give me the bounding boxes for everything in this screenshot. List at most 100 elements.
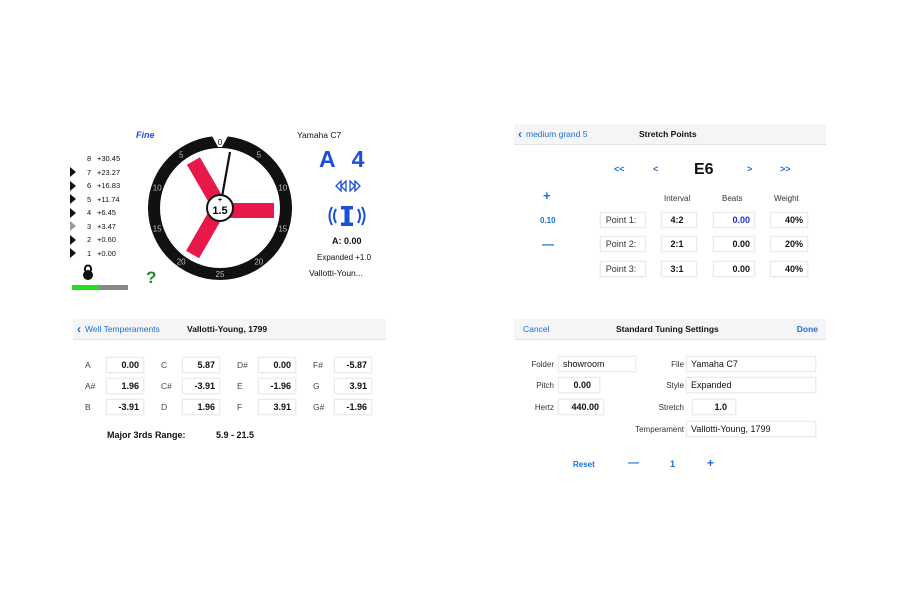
note-name: A <box>319 146 336 172</box>
file-label: File <box>671 360 684 369</box>
point-2-interval[interactable]: 2:1 <box>661 236 697 252</box>
file-field[interactable]: Yamaha C7 <box>686 356 816 372</box>
style-field[interactable]: Expanded <box>686 377 816 393</box>
temperament-short-label: Vallotti-Youn... <box>309 268 363 278</box>
point-3-label[interactable]: Point 3: <box>600 261 646 277</box>
note-offset-field[interactable]: -3.91 <box>182 378 220 394</box>
offset-row[interactable]: 2 +0.60 <box>70 233 140 247</box>
lock-icon[interactable] <box>82 264 94 285</box>
cancel-button[interactable]: Cancel <box>523 324 549 334</box>
temperament-navbar: ‹ Well Temperaments Vallotti-Young, 1799 <box>73 319 386 340</box>
point-1-label[interactable]: Point 1: <box>600 212 646 228</box>
settings-navbar: Cancel Standard Tuning Settings Done <box>514 319 826 340</box>
note-offset-field[interactable]: 1.96 <box>106 378 144 394</box>
partial-offset: +30.45 <box>97 154 121 164</box>
point-1-interval[interactable]: 4:2 <box>661 212 697 228</box>
prev-note-button[interactable]: < <box>653 164 658 174</box>
settings-panel: Cancel Standard Tuning Settings Done Fol… <box>514 319 826 479</box>
offset-row[interactable]: 4 +6.45 <box>70 206 140 220</box>
note-offset-field[interactable]: 3.91 <box>334 378 372 394</box>
page-title: Vallotti-Young, 1799 <box>187 324 268 334</box>
step-value: 0.10 <box>540 216 556 225</box>
last-note-button[interactable]: >> <box>780 164 791 174</box>
partial-number: 4 <box>87 208 92 218</box>
offset-row[interactable]: 8 +30.45 <box>70 152 140 166</box>
stretch-points-panel: ‹ medium grand 5 Stretch Points << < E6 … <box>514 124 826 294</box>
increment-button[interactable]: + <box>543 188 551 203</box>
temperament-field[interactable]: Vallotti-Young, 1799 <box>686 421 816 437</box>
gauge-tick-label: 10 <box>278 184 287 193</box>
chevron-left-icon: ‹ <box>518 127 522 141</box>
play-marker-icon <box>70 180 76 191</box>
decrement-button[interactable]: — <box>628 457 639 469</box>
stretch-field[interactable]: 1.0 <box>692 399 736 415</box>
decrement-button[interactable]: — <box>542 237 554 251</box>
partial-offset: +11.74 <box>97 194 120 204</box>
point-1-weight[interactable]: 40% <box>770 212 808 228</box>
increment-button[interactable]: + <box>707 456 714 470</box>
partial-offset: +0.00 <box>97 248 116 258</box>
partial-number: 3 <box>87 221 92 231</box>
interval-header: Interval <box>664 194 691 203</box>
rewind-forward-icon[interactable] <box>335 179 361 195</box>
point-2-beats[interactable]: 0.00 <box>713 236 755 252</box>
temperament-panel: ‹ Well Temperaments Vallotti-Young, 1799… <box>73 319 386 449</box>
offset-row[interactable]: 5 +11.74 <box>70 193 140 207</box>
gauge-tick-label: 0 <box>218 138 223 147</box>
point-2-weight[interactable]: 20% <box>770 236 808 252</box>
partial-number: 8 <box>87 154 92 164</box>
reset-button[interactable]: Reset <box>573 460 595 469</box>
progress-fill <box>72 285 100 290</box>
strobe-icon[interactable] <box>326 204 368 228</box>
note-offset-field[interactable]: -5.87 <box>334 357 372 373</box>
note-label: B <box>85 402 91 412</box>
gauge-tick-label: 5 <box>257 151 262 160</box>
partial-offset: +16.83 <box>97 181 121 191</box>
pitch-label: Pitch <box>536 381 554 390</box>
play-marker-icon <box>70 234 76 245</box>
point-2-label[interactable]: Point 2: <box>600 236 646 252</box>
gauge-tick-label: 5 <box>179 151 184 160</box>
tuning-gauge: 0 5 10 15 20 25 20 15 10 5 + 1.5 <box>148 136 292 280</box>
back-button[interactable]: ‹ medium grand 5 <box>518 128 587 140</box>
folder-field[interactable]: showroom <box>558 356 636 372</box>
beats-header: Beats <box>722 194 743 203</box>
note-offset-field[interactable]: 0.00 <box>258 357 296 373</box>
back-button[interactable]: ‹ Well Temperaments <box>77 323 160 335</box>
gauge-tick-label: 15 <box>153 224 162 233</box>
note-label: G <box>313 381 320 391</box>
note-offset-field[interactable]: -1.96 <box>334 399 372 415</box>
point-3-weight[interactable]: 40% <box>770 261 808 277</box>
point-1-beats[interactable]: 0.00 <box>713 212 755 228</box>
note-offset-field[interactable]: 0.00 <box>106 357 144 373</box>
gauge-tick-label: 20 <box>254 257 263 266</box>
offset-row[interactable]: 7 +23.27 <box>70 166 140 180</box>
partial-number: 7 <box>87 167 92 177</box>
point-3-interval[interactable]: 3:1 <box>661 261 697 277</box>
major-thirds-range-value: 5.9 - 21.5 <box>216 430 255 440</box>
next-note-button[interactable]: > <box>747 164 752 174</box>
partial-offsets-list: 8 +30.45 7 +23.27 6 +16.83 5 +11.74 4 +6.45 3… <box>70 152 140 260</box>
note-offset-field[interactable]: 1.96 <box>182 399 220 415</box>
done-button[interactable]: Done <box>797 324 818 334</box>
note-offset-field[interactable]: 3.91 <box>258 399 296 415</box>
first-note-button[interactable]: << <box>614 164 625 174</box>
count-value: 1 <box>670 459 676 469</box>
offset-row[interactable]: 1 +0.00 <box>70 247 140 261</box>
point-3-beats[interactable]: 0.00 <box>713 261 755 277</box>
pitch-field[interactable]: 0.00 <box>558 377 600 393</box>
gauge-tick-label: 15 <box>278 224 287 233</box>
offset-row[interactable]: 6 +16.83 <box>70 179 140 193</box>
hertz-field[interactable]: 440.00 <box>558 399 604 415</box>
note-offset-field[interactable]: 5.87 <box>182 357 220 373</box>
note-offset-field[interactable]: -1.96 <box>258 378 296 394</box>
chevron-left-icon: ‹ <box>77 322 81 336</box>
current-note: E6 <box>694 161 714 178</box>
gauge-tick-label: 25 <box>216 270 225 279</box>
temperament-label: Temperament <box>635 425 684 434</box>
note-offset-field[interactable]: -3.91 <box>106 399 144 415</box>
note-label: E <box>237 381 243 391</box>
play-marker-icon <box>70 221 76 232</box>
note-label: D# <box>237 360 248 370</box>
offset-row[interactable]: 3 +3.47 <box>70 220 140 234</box>
